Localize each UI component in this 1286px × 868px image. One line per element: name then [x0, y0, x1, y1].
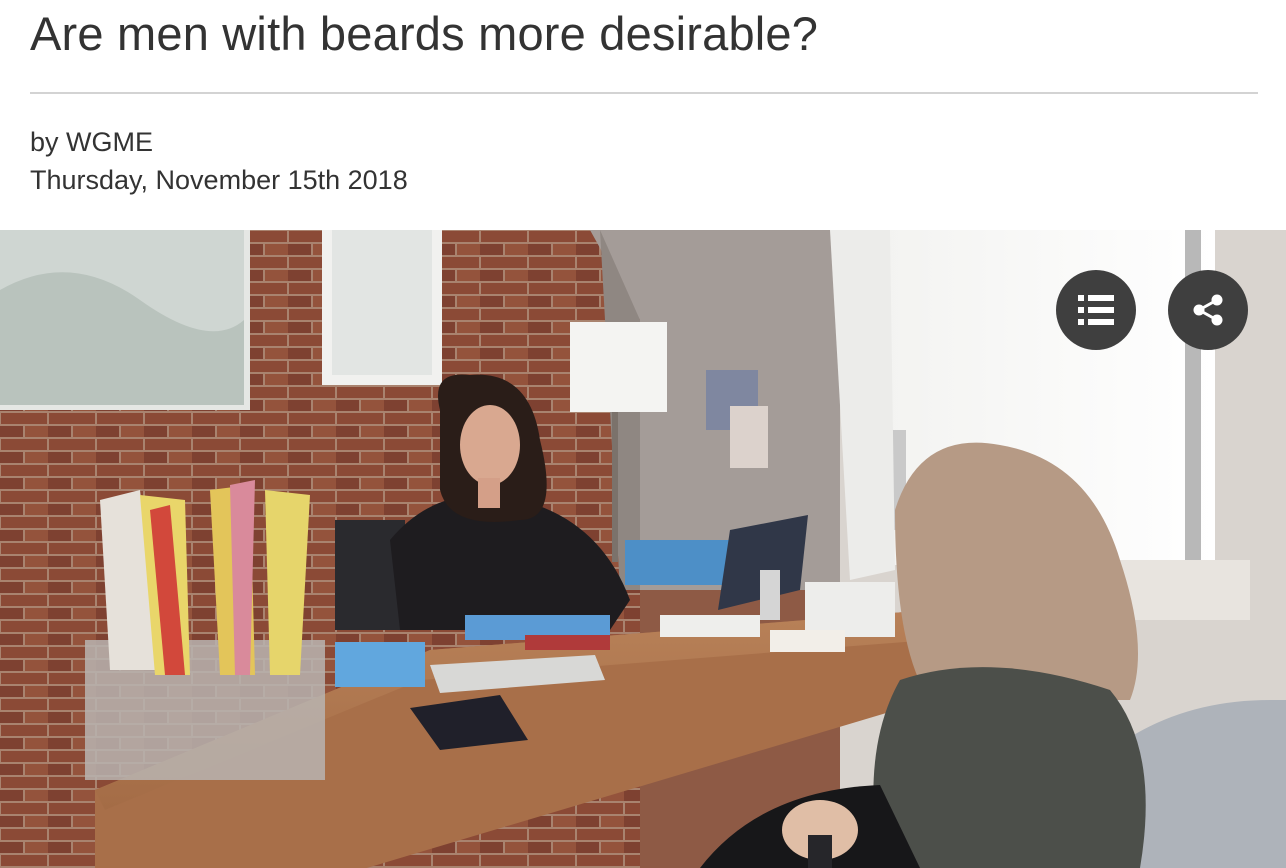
article-header: Are men with beards more desirable? by W… — [0, 0, 1286, 230]
article-byline: by WGME — [30, 127, 154, 157]
list-button[interactable] — [1056, 270, 1136, 350]
header-divider — [30, 92, 1258, 94]
share-button[interactable] — [1168, 270, 1248, 350]
share-icon — [1193, 294, 1223, 326]
list-icon — [1078, 295, 1114, 325]
article-image — [0, 230, 1286, 868]
article-headline: Are men with beards more desirable? — [30, 7, 819, 60]
article-date: Thursday, November 15th 2018 — [30, 165, 408, 195]
